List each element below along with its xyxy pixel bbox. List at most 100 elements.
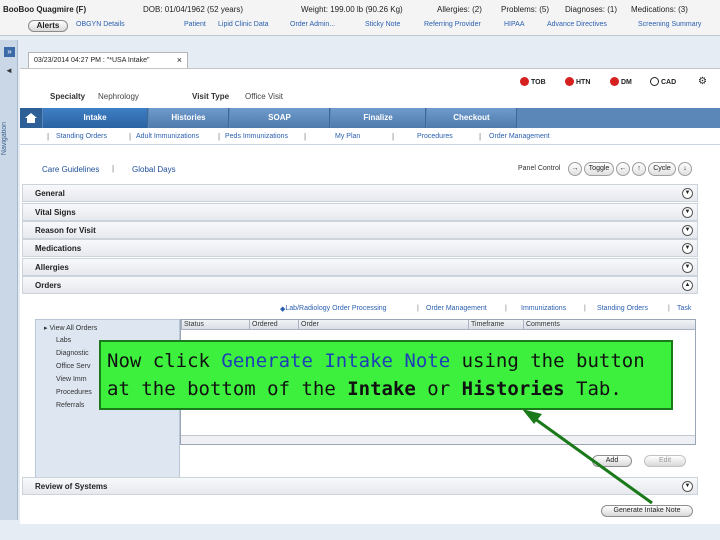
status-pill-dm[interactable]: DM [610,77,632,89]
panel-down-button[interactable]: ↓ [678,162,692,176]
chevron-down-icon[interactable]: ▼ [682,207,693,218]
column-comments[interactable]: Comments [523,320,695,330]
add-order-button[interactable]: Add [592,455,632,467]
section-title-allergies: Allergies [35,263,69,272]
orders-link-lab-radiology[interactable]: ◆ Lab/Radiology Order Processing [280,305,387,313]
banner-links-row: Alerts OBGYN Details Patient Lipid Clini… [0,20,720,34]
column-timeframe[interactable]: Timeframe [468,320,523,330]
orders-link-order-management[interactable]: Order Management [426,305,487,312]
sub-tab-separator: | [479,132,482,141]
section-general[interactable]: General ▼ [22,184,698,202]
panel-up-button[interactable]: ↑ [632,162,646,176]
orders-grid-scrollbar[interactable] [181,435,695,444]
document-tab[interactable]: 03/23/2014 04:27 PM : "*USA Intake" × [28,52,188,68]
column-ordered[interactable]: Ordered [249,320,299,330]
tab-histories[interactable]: Histories [149,108,229,128]
sub-tab-peds-immunizations[interactable]: Peds Immunizations [225,133,288,140]
sub-tab-order-management[interactable]: Order Management [489,133,550,140]
specialty-value[interactable]: Nephrology [98,92,139,101]
orders-link-standing-orders[interactable]: Standing Orders [597,305,648,312]
banner-link-referring[interactable]: Referring Provider [424,21,481,28]
section-orders[interactable]: Orders ▲ [22,276,698,294]
chevron-down-icon[interactable]: ▼ [682,243,693,254]
chevron-down-icon[interactable]: ▼ [682,225,693,236]
sub-tab-separator: | [47,132,50,141]
section-allergies[interactable]: Allergies ▼ [22,258,698,276]
status-pill-tob[interactable]: TOB [520,77,546,89]
section-title-vital-signs: Vital Signs [35,208,76,217]
orders-nav-view-imm[interactable]: View Imm [56,376,87,383]
section-vital-signs[interactable]: Vital Signs ▼ [22,203,698,221]
cycle-button[interactable]: Cycle [648,162,676,176]
banner-link-order-admin[interactable]: Order Admin... [290,21,335,28]
banner-link-lipid[interactable]: Lipid Clinic Data [218,21,269,28]
column-status[interactable]: Status [181,320,225,330]
orders-link-task[interactable]: Task [677,305,691,312]
panel-next-button[interactable]: → [568,162,582,176]
care-guidelines-link[interactable]: Care Guidelines [42,165,99,174]
patient-name[interactable]: BooBoo Quagmire (F) [3,5,86,14]
medications-count[interactable]: Medications: (3) [631,5,688,14]
banner-link-hipaa[interactable]: HIPAA [504,21,525,28]
status-pill-htn[interactable]: HTN [565,77,590,89]
chevron-down-icon[interactable]: ▼ [682,262,693,273]
chevron-down-icon[interactable]: ▼ [682,481,693,492]
panel-prev-button[interactable]: ← [616,162,630,176]
visit-type-value[interactable]: Office Visit [245,92,283,101]
orders-nav-diagnostic[interactable]: Diagnostic [56,350,89,357]
tab-checkout[interactable]: Checkout [427,108,517,128]
global-days-link[interactable]: Global Days [132,165,176,174]
tab-finalize[interactable]: Finalize [331,108,426,128]
section-medications[interactable]: Medications ▼ [22,239,698,257]
toggle-button[interactable]: Toggle [584,162,614,176]
gear-icon[interactable]: ⚙ [698,76,707,87]
expand-rail-button[interactable]: » [4,47,15,57]
section-title-general: General [35,189,65,198]
orders-link-lab-radiology-label: Lab/Radiology Order Processing [285,305,387,312]
sub-tab-procedures[interactable]: Procedures [417,133,453,140]
allergies-count[interactable]: Allergies: (2) [437,5,482,14]
tab-intake[interactable]: Intake [43,108,148,128]
orders-nav-labs[interactable]: Labs [56,337,71,344]
sub-tab-adult-immunizations[interactable]: Adult Immunizations [136,133,199,140]
close-icon[interactable]: × [177,53,182,68]
tab-soap[interactable]: SOAP [230,108,330,128]
callout-text-part: Now click [107,350,222,372]
orders-nav-procedures[interactable]: Procedures [56,389,92,396]
section-reason-for-visit[interactable]: Reason for Visit ▼ [22,221,698,239]
sub-tab-standing-orders[interactable]: Standing Orders [56,133,107,140]
pin-icon[interactable]: ◄ [3,66,15,76]
edit-order-button[interactable]: Edit [644,455,686,467]
orders-nav-office-serv[interactable]: Office Serv [56,363,91,370]
patient-banner: BooBoo Quagmire (F) DOB: 01/04/1962 (52 … [0,0,720,36]
section-title-review-of-systems: Review of Systems [35,482,108,491]
banner-link-sticky-note[interactable]: Sticky Note [365,21,400,28]
orders-nav-referrals[interactable]: Referrals [56,402,84,409]
diagnoses-count[interactable]: Diagnoses: (1) [565,5,617,14]
banner-link-patient[interactable]: Patient [184,21,206,28]
navigation-rail: » ◄ Navigation [0,40,18,520]
sub-tab-separator: | [129,132,132,141]
patient-weight: Weight: 199.00 lb (90.26 Kg) [301,5,403,14]
status-pill-cad[interactable]: CAD [650,77,676,89]
chevron-up-icon[interactable]: ▲ [682,280,693,291]
sub-tab-separator: | [304,132,307,141]
orders-nav-item[interactable]: ▸ View All Orders [44,324,97,332]
problems-count[interactable]: Problems: (5) [501,5,549,14]
banner-link-obgyn[interactable]: OBGYN Details [76,21,125,28]
section-title-medications: Medications [35,244,82,253]
navigation-rail-label[interactable]: Navigation [1,122,15,155]
callout-text-part: or [415,378,462,400]
sub-tab-my-plan[interactable]: My Plan [335,133,360,140]
banner-link-screening[interactable]: Screening Summary [638,21,701,28]
section-review-of-systems[interactable]: Review of Systems ▼ [22,477,698,495]
column-order[interactable]: Order [298,320,468,330]
generate-intake-note-button[interactable]: Generate Intake Note [601,505,693,517]
alerts-button[interactable]: Alerts [28,20,68,32]
chevron-down-icon[interactable]: ▼ [682,188,693,199]
orders-link-separator: | [505,305,507,312]
orders-link-immunizations[interactable]: Immunizations [521,305,566,312]
home-icon[interactable] [20,108,42,128]
main-tab-bar: Intake Histories SOAP Finalize Checkout [20,108,720,128]
banner-link-advance[interactable]: Advance Directives [547,21,607,28]
